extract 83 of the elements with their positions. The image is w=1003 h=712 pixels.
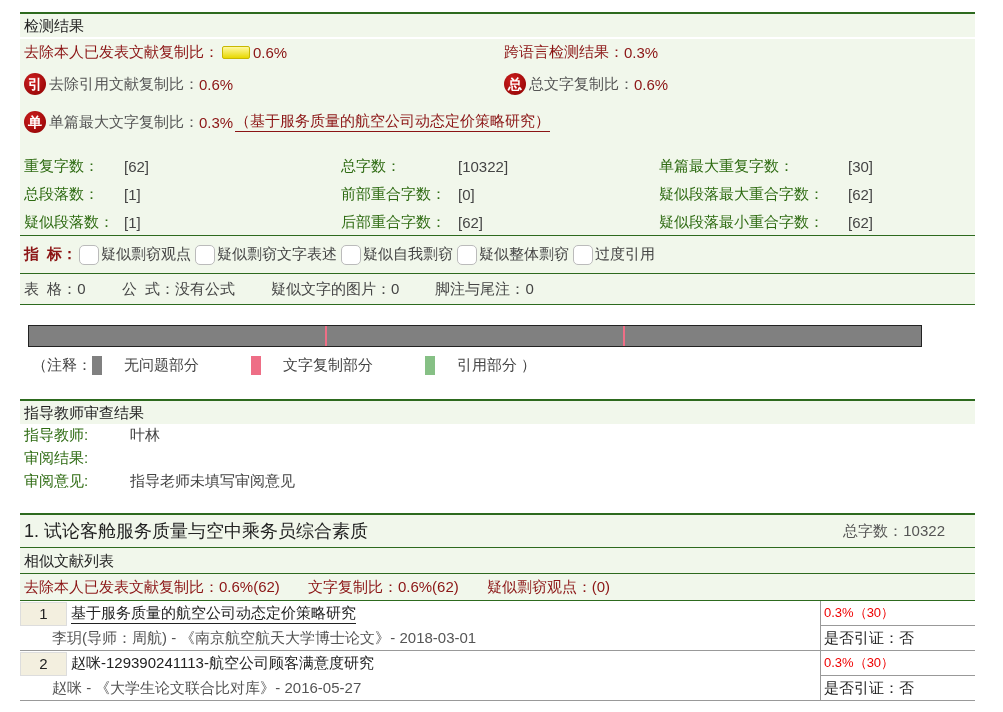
stat-label: 后部重合字数： xyxy=(341,212,447,232)
info-value: 没有公式 xyxy=(175,279,236,297)
legend-label: 文字复制部分 xyxy=(283,355,373,375)
stat-label: 去除本人已发表文献复制比： xyxy=(24,577,219,595)
stat-value: [10322] xyxy=(458,157,509,175)
stat-value: [0] xyxy=(458,185,475,203)
checkbox[interactable] xyxy=(195,244,216,265)
list-header: 相似文献列表 xyxy=(20,548,975,574)
checkbox-label: 疑似剽窃观点 xyxy=(101,245,192,264)
source-meta: 李玥(导师：周航) - 《南京航空航天大学博士论文》- 2018-03-01 xyxy=(51,628,478,648)
info-label: 脚注与尾注： xyxy=(435,279,526,297)
info-value: 0 xyxy=(525,279,534,297)
stat-value: (0) xyxy=(591,577,611,595)
source-meta: 赵咪 - 《大学生论文联合比对库》- 2016-05-27 xyxy=(51,678,363,698)
stat-label: 重复字数： xyxy=(24,156,100,176)
source-link[interactable]: （基于服务质量的航空公司动态定价策略研究） xyxy=(235,112,551,132)
checkbox[interactable] xyxy=(79,244,100,265)
legend-label: （注释： xyxy=(32,355,92,375)
stat-value: [62] xyxy=(848,213,874,231)
info-label: 疑似文字的图片： xyxy=(271,279,392,297)
metric-label: 总文字复制比： xyxy=(529,74,634,94)
metric-label: 去除本人已发表文献复制比： xyxy=(24,42,219,62)
checkbox-label: 过度引用 xyxy=(595,245,656,264)
word-count: 总字数：10322 xyxy=(843,521,945,541)
stat-value: 0.6%(62) xyxy=(219,577,280,595)
checkbox[interactable] xyxy=(573,244,594,265)
field-label: 审阅结果: xyxy=(24,449,90,468)
field-label: 指导教师: xyxy=(24,426,90,445)
metric-value: 0.6% xyxy=(634,75,669,93)
legend-label: 无问题部分 xyxy=(124,355,199,375)
citation-status: 是否引证：否 xyxy=(823,678,915,698)
info-value: 0 xyxy=(391,279,400,297)
row-number: 2 xyxy=(20,651,67,676)
stat-label: 总段落数： xyxy=(24,184,100,204)
stat-value: [62] xyxy=(124,157,150,175)
copy-ratio: 0.3%（30） xyxy=(821,601,975,626)
stat-label: 总字数： xyxy=(341,156,402,176)
seal-icon: 总 xyxy=(504,73,526,95)
checkbox[interactable] xyxy=(341,244,362,265)
stat-value: [62] xyxy=(458,213,484,231)
stat-label: 疑似剽窃观点： xyxy=(486,577,592,595)
metric-value: 0.3% xyxy=(199,113,234,131)
stat-label: 疑似段落最大重合字数： xyxy=(659,184,825,204)
section-header: 检测结果 xyxy=(20,12,975,37)
info-label: 公 式： xyxy=(121,279,176,297)
metric-value: 0.6% xyxy=(199,75,234,93)
source-title[interactable]: 基于服务质量的航空公司动态定价策略研究 xyxy=(71,603,356,624)
section-header: 指导教师审查结果 xyxy=(20,399,975,424)
field-value: 叶林 xyxy=(130,426,160,445)
checkbox-label: 疑似自我剽窃 xyxy=(363,245,454,264)
metric-value: 0.6% xyxy=(253,43,288,61)
field-label: 审阅意见: xyxy=(24,472,90,491)
info-label: 表 格： xyxy=(24,279,78,297)
bar-icon xyxy=(222,45,250,59)
copy-ratio: 0.3%（30） xyxy=(821,651,975,676)
stat-value: [30] xyxy=(848,157,874,175)
citation-status: 是否引证：否 xyxy=(823,628,915,648)
legend-label: ） xyxy=(521,355,536,375)
info-value: 0 xyxy=(77,279,86,297)
legend-label: 引用部分 xyxy=(457,355,517,375)
checkbox-label: 疑似整体剽窃 xyxy=(479,245,570,264)
checkbox[interactable] xyxy=(457,244,478,265)
stat-value: [62] xyxy=(848,185,874,203)
field-value: 指导老师未填写审阅意见 xyxy=(130,472,295,491)
checkbox-label: 疑似剽窃文字表述 xyxy=(217,245,338,264)
stat-label: 文字复制比： xyxy=(307,577,398,595)
metric-value: 0.3% xyxy=(624,43,659,61)
seal-icon: 单 xyxy=(24,111,46,133)
metric-label: 去除引用文献复制比： xyxy=(49,74,199,94)
seal-icon: 引 xyxy=(24,73,46,95)
indicator-label: 指 标： xyxy=(24,245,78,264)
stat-label: 前部重合字数： xyxy=(341,184,447,204)
stat-value: 0.6%(62) xyxy=(397,577,459,595)
stat-label: 疑似段落数： xyxy=(24,212,115,232)
stat-label: 单篇最大重复字数： xyxy=(659,156,795,176)
row-number: 1 xyxy=(20,601,67,626)
metric-label: 单篇最大文字复制比： xyxy=(49,112,199,132)
source-title[interactable]: 赵咪-129390241113-航空公司顾客满意度研究 xyxy=(71,654,374,673)
document-title: 1. 试论客舱服务质量与空中乘务员综合素质 xyxy=(24,520,368,543)
stat-value: [1] xyxy=(124,213,141,231)
stat-label: 疑似段落最小重合字数： xyxy=(659,212,825,232)
stat-value: [1] xyxy=(124,185,141,203)
metric-label: 跨语言检测结果： xyxy=(504,42,624,62)
